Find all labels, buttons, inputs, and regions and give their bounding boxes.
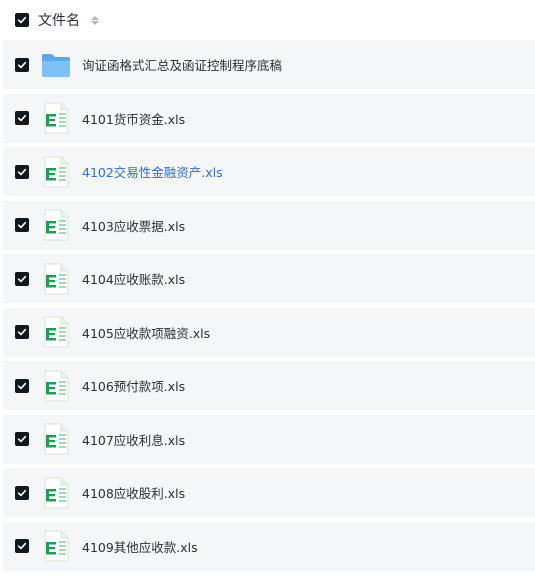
excel-file-icon	[40, 423, 72, 455]
file-name-link[interactable]: 4106预付款项.xls	[82, 376, 185, 395]
excel-file-icon	[40, 102, 72, 134]
file-name-link[interactable]: 4101货币资金.xls	[82, 109, 185, 128]
folder-icon	[40, 49, 72, 81]
row-checkbox[interactable]	[15, 271, 29, 286]
file-row[interactable]: 4106预付款项.xls	[3, 361, 535, 410]
column-header-filename[interactable]: 文件名	[38, 10, 80, 30]
row-checkbox[interactable]	[15, 111, 29, 125]
file-row[interactable]: 4108应收股利.xls	[3, 468, 535, 517]
row-checkbox[interactable]	[15, 57, 29, 72]
file-name-link[interactable]: 4104应收账款.xls	[82, 269, 185, 288]
excel-file-icon	[40, 156, 72, 188]
file-name-link[interactable]: 4105应收款项融资.xls	[82, 323, 210, 342]
file-name-link[interactable]: 4107应收利息.xls	[82, 430, 185, 449]
file-name-link[interactable]: 4108应收股利.xls	[82, 483, 185, 502]
row-checkbox[interactable]	[15, 164, 29, 179]
file-row[interactable]: 4107应收利息.xls	[3, 414, 535, 464]
folder-row[interactable]: 询证函格式汇总及函证控制程序底稿	[3, 40, 535, 89]
select-all-checkbox[interactable]	[15, 13, 29, 27]
row-checkbox[interactable]	[15, 325, 29, 339]
row-checkbox[interactable]	[15, 218, 29, 232]
file-name-link[interactable]: 询证函格式汇总及函证控制程序底稿	[82, 55, 282, 74]
sort-icon[interactable]	[91, 15, 99, 25]
file-name-link[interactable]: 4102交易性金融资产.xls	[82, 162, 223, 181]
row-checkbox[interactable]	[15, 485, 29, 500]
row-checkbox[interactable]	[15, 432, 29, 446]
file-name-link[interactable]: 4103应收票据.xls	[82, 216, 185, 235]
excel-file-icon	[40, 530, 72, 562]
file-row[interactable]: 4103应收票据.xls	[3, 200, 535, 250]
file-row[interactable]: 4101货币资金.xls	[3, 93, 535, 143]
file-list: 询证函格式汇总及函证控制程序底稿 4101货币资金.xls 4102交易性金融资产.…	[3, 40, 535, 575]
excel-file-icon	[40, 263, 72, 295]
excel-file-icon	[40, 316, 72, 348]
file-name-link[interactable]: 4109其他应收款.xls	[82, 537, 198, 556]
row-checkbox[interactable]	[15, 539, 29, 553]
file-row[interactable]: 4109其他应收款.xls	[3, 521, 535, 571]
file-row[interactable]: 4105应收款项融资.xls	[3, 307, 535, 357]
excel-file-icon	[40, 370, 72, 402]
file-list-header: 文件名	[0, 0, 535, 40]
excel-file-icon	[40, 477, 72, 509]
file-row[interactable]: 4102交易性金融资产.xls	[3, 147, 535, 196]
file-row[interactable]: 4104应收账款.xls	[3, 254, 535, 303]
excel-file-icon	[40, 209, 72, 241]
row-checkbox[interactable]	[15, 378, 29, 393]
